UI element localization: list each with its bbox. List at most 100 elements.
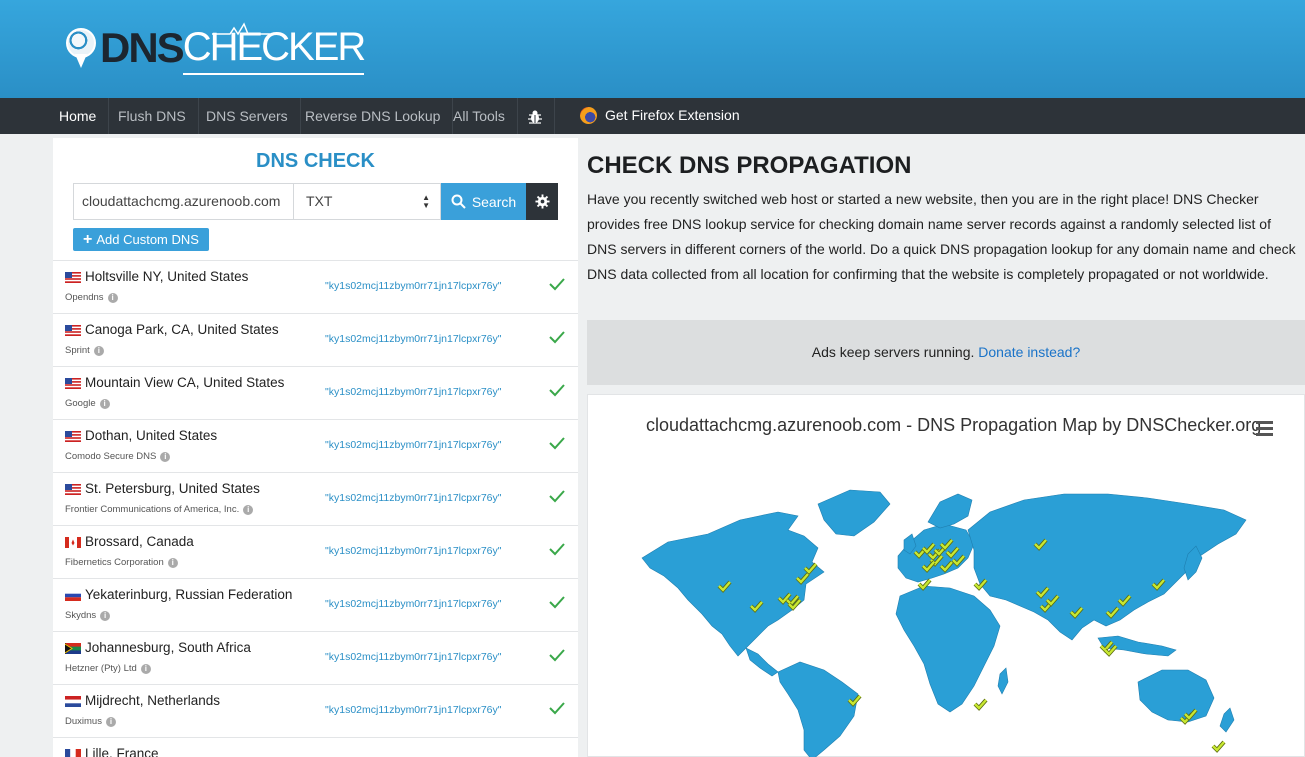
plus-icon: + <box>83 231 93 248</box>
result-location: St. Petersburg, United States <box>85 481 260 496</box>
result-row: Lille, France <box>53 737 578 757</box>
check-mark-icon <box>549 384 565 397</box>
check-mark-icon <box>549 437 565 450</box>
result-row: Mijdrecht, Netherlands Duximus i "ky1s02mcj… <box>53 684 578 737</box>
main-nav: Home Flush DNS DNS Servers Reverse DNS L… <box>0 98 1305 134</box>
donate-link[interactable]: Donate instead? <box>978 344 1080 360</box>
result-provider: Sprint i <box>65 345 104 356</box>
result-provider: Frontier Communications of America, Inc.… <box>65 504 254 515</box>
domain-input[interactable]: cloudattachcmg.azurenoob.com <box>73 183 293 220</box>
flag-ca-icon <box>65 537 81 548</box>
propagation-description: Have you recently switched web host or s… <box>587 191 1296 282</box>
new-zealand <box>1219 707 1235 733</box>
result-value[interactable]: "ky1s02mcj11zbym0rr71jn17lcpxr76y" <box>325 386 502 398</box>
results-list: Holtsville NY, United States Opendns i "ky1… <box>53 260 578 757</box>
result-provider: Opendns i <box>65 292 118 303</box>
ads-text: Ads keep servers running. <box>811 344 975 360</box>
africa <box>895 585 1001 713</box>
result-location: Mountain View CA, United States <box>85 375 285 390</box>
nav-home[interactable]: Home <box>47 98 110 134</box>
info-icon[interactable]: i <box>167 557 178 568</box>
info-icon[interactable]: i <box>99 398 110 409</box>
info-icon[interactable]: i <box>107 292 118 303</box>
flag-us-icon <box>65 484 81 495</box>
map-title: cloudattachcmg.azurenoob.com - DNS Propa… <box>646 415 1262 435</box>
result-provider: Hetzner (Pty) Ltd i <box>65 663 151 674</box>
result-value[interactable]: "ky1s02mcj11zbym0rr71jn17lcpxr76y" <box>325 280 502 292</box>
info-icon[interactable]: i <box>100 610 111 621</box>
result-location: Holtsville NY, United States <box>85 269 249 284</box>
pulse-line-icon <box>212 22 270 36</box>
add-custom-dns-button[interactable]: + Add Custom DNS <box>73 228 209 251</box>
result-value[interactable]: "ky1s02mcj11zbym0rr71jn17lcpxr76y" <box>325 439 502 451</box>
flag-ru-icon <box>65 590 81 601</box>
propagation-title: CHECK DNS PROPAGATION <box>587 152 912 179</box>
result-value[interactable]: "ky1s02mcj11zbym0rr71jn17lcpxr76y" <box>325 651 502 663</box>
south-america <box>777 661 859 757</box>
result-row: Mountain View CA, United States Google i "k… <box>53 366 578 419</box>
scandinavia <box>927 493 973 529</box>
result-row: Brossard, Canada Fibernetics Corporation i… <box>53 525 578 578</box>
nav-all-tools[interactable]: All Tools <box>441 98 518 134</box>
site-header: DNS CHECKER <box>0 0 1305 98</box>
result-provider: Fibernetics Corporation i <box>65 557 178 568</box>
result-value[interactable]: "ky1s02mcj11zbym0rr71jn17lcpxr76y" <box>325 704 502 716</box>
settings-button[interactable] <box>526 183 558 220</box>
info-icon[interactable]: i <box>243 504 254 515</box>
check-mark-icon <box>549 490 565 503</box>
logo-text-dns: DNS <box>100 24 185 71</box>
result-provider: Comodo Secure DNS i <box>65 451 171 462</box>
result-location: Dothan, United States <box>85 428 218 443</box>
flag-us-icon <box>65 325 81 336</box>
firefox-icon <box>580 106 597 124</box>
check-mark-icon <box>549 278 565 291</box>
result-value[interactable]: "ky1s02mcj11zbym0rr71jn17lcpxr76y" <box>325 333 502 345</box>
nav-dns-servers[interactable]: DNS Servers <box>194 98 301 134</box>
result-row: St. Petersburg, United States Frontier Co… <box>53 472 578 525</box>
result-location: Johannesburg, South Africa <box>85 640 251 655</box>
result-row: Johannesburg, South Africa Hetzner (Pty) … <box>53 631 578 684</box>
result-provider: Google i <box>65 398 110 409</box>
globe-pin-icon <box>64 26 98 70</box>
result-provider: Skydns i <box>65 610 111 621</box>
info-icon[interactable]: i <box>105 716 116 727</box>
flag-us-icon <box>65 431 81 442</box>
hamburger-menu-icon[interactable] <box>1256 421 1273 439</box>
logo-text-checker: CHECKER <box>182 21 366 75</box>
nav-reverse-dns[interactable]: Reverse DNS Lookup <box>293 98 454 134</box>
info-icon[interactable]: i <box>93 345 104 356</box>
info-icon[interactable]: i <box>160 451 171 462</box>
search-button[interactable]: Search <box>441 183 526 220</box>
result-row: Holtsville NY, United States Opendns i "ky1… <box>53 260 578 313</box>
greenland <box>817 489 891 537</box>
flag-us-icon <box>65 378 81 389</box>
asia <box>967 493 1247 641</box>
flag-us-icon <box>65 272 81 283</box>
result-value[interactable]: "ky1s02mcj11zbym0rr71jn17lcpxr76y" <box>325 598 502 610</box>
firefox-extension-label: Get Firefox Extension <box>605 107 740 123</box>
check-mark-icon <box>549 331 565 344</box>
result-row: Dothan, United States Comodo Secure DNS i "… <box>53 419 578 472</box>
result-value[interactable]: "ky1s02mcj11zbym0rr71jn17lcpxr76y" <box>325 492 502 504</box>
result-location: Canoga Park, CA, United States <box>85 322 279 337</box>
result-location: Yekaterinburg, Russian Federation <box>85 587 293 602</box>
site-logo[interactable]: DNS CHECKER <box>64 21 366 75</box>
search-form: cloudattachcmg.azurenoob.com TXT ▲ ▼ Sear… <box>73 183 558 220</box>
gear-icon <box>534 194 550 209</box>
flag-nl-icon <box>65 696 81 707</box>
result-row: Canoga Park, CA, United States Sprint i "ky… <box>53 313 578 366</box>
nav-flush-dns[interactable]: Flush DNS <box>106 98 199 134</box>
result-provider: Duximus i <box>65 716 116 727</box>
search-icon <box>451 194 466 209</box>
firefox-extension-link[interactable]: Get Firefox Extension <box>580 98 740 132</box>
bug-report-icon[interactable] <box>515 98 555 134</box>
ads-banner: Ads keep servers running. Donate instead… <box>587 320 1305 385</box>
record-type-select[interactable]: TXT ▲ ▼ <box>293 183 441 220</box>
propagation-map: cloudattachcmg.azurenoob.com - DNS Propa… <box>587 394 1305 757</box>
result-row: Yekaterinburg, Russian Federation Skydns i… <box>53 578 578 631</box>
result-value[interactable]: "ky1s02mcj11zbym0rr71jn17lcpxr76y" <box>325 545 502 557</box>
info-icon[interactable]: i <box>140 663 151 674</box>
north-america <box>641 511 825 657</box>
result-location: Lille, France <box>85 746 159 757</box>
check-mark-icon <box>549 596 565 609</box>
